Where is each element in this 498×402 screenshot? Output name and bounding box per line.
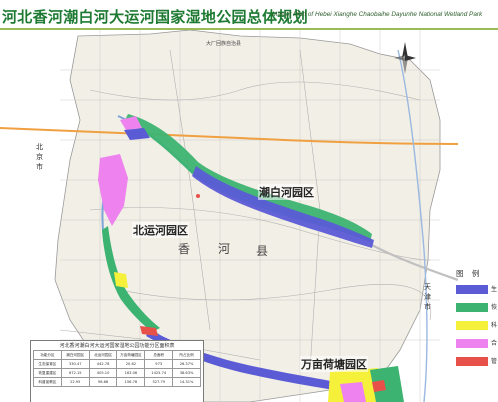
compass-icon <box>392 40 418 76</box>
table-cell: 156.78 <box>116 377 146 387</box>
map-label-county-xiang: 香 <box>178 242 193 256</box>
zone-science-beiyun <box>114 272 128 288</box>
table-cell: 恢复重建区 <box>33 368 62 378</box>
legend-label-conservation: 生 <box>491 286 498 293</box>
table-header: 功能分区 <box>33 350 62 360</box>
legend-item-restoration: 恢 <box>454 302 498 314</box>
zone-red-wanmu <box>372 380 386 392</box>
legend-item-reasonable-use: 合 <box>454 338 498 350</box>
map-label-beijing-1: 北 <box>36 143 43 151</box>
table-header: 所占比例 <box>172 350 201 360</box>
table-header: 潮白河园区 <box>60 350 90 360</box>
table-row: 科普宣教区 22.95 98.68 156.78 527.79 14.31% <box>33 377 201 387</box>
table-cell: 330.47 <box>60 359 90 369</box>
map-label-county-xian: 县 <box>256 244 271 258</box>
table-cell: 527.79 <box>144 377 174 387</box>
map-label-county-he: 河 <box>218 242 233 256</box>
legend-swatch-management <box>456 357 488 366</box>
table-row: 恢复重建区 672.15 405.10 163.06 1425.74 38.63… <box>33 368 201 378</box>
legend-swatch-restoration <box>456 303 488 312</box>
legend-label-reasonable-use: 合 <box>491 340 498 347</box>
table-cell: 38.63% <box>172 368 201 378</box>
page-title: 河北香河潮白河大运河国家湿地公园总体规划 <box>2 8 309 26</box>
table-cell: 98.68 <box>88 377 118 387</box>
legend-title: 图 例 <box>456 269 483 278</box>
map-label-wanmu-park: 万亩荷塘园区 <box>300 356 368 372</box>
zone-pink-wanmu <box>340 382 366 402</box>
table-cell: 生态保育区 <box>33 359 62 369</box>
table-cell: 1425.74 <box>144 368 174 378</box>
table-cell: 科普宣教区 <box>33 377 62 387</box>
legend-swatch-reasonable-use <box>456 339 488 348</box>
map-label-beijing-3: 市 <box>36 163 43 171</box>
page-subtitle: Master Plan of Hebei Xianghe Chaobaihe D… <box>272 11 483 18</box>
map-label-chaobaihe-park: 潮白河园区 <box>258 184 315 200</box>
page: 河北香河潮白河大运河国家湿地公园总体规划 Master Plan of Hebe… <box>0 0 498 402</box>
legend-label-restoration: 恢 <box>491 304 498 311</box>
table-header: 北运河园区 <box>88 350 118 360</box>
table-cell: 20.62 <box>116 359 146 369</box>
map-label-tianjin-2: 津 <box>424 293 431 301</box>
table-header: 总面积 <box>144 350 174 360</box>
table-cell: 442.78 <box>88 359 118 369</box>
table-cell: 22.95 <box>60 377 90 387</box>
table-cell: 672.15 <box>60 368 90 378</box>
map-label-tianjin-3: 市 <box>424 303 431 311</box>
legend-label-management: 管 <box>491 358 498 365</box>
legend: 图 例 生 恢 科 合 管 <box>454 268 498 388</box>
legend-item-science: 科 <box>454 320 498 332</box>
map-label-tianjin-1: 天 <box>424 283 431 291</box>
table-row: 生态保育区 330.47 442.78 20.62 973 26.37% <box>33 359 201 369</box>
table-header: 万亩荷塘园区 <box>116 350 146 360</box>
legend-item-conservation: 生 <box>454 284 498 296</box>
table-caption: 河北香河潮白河大运河国家湿地公园功能分区面积表 <box>59 343 175 349</box>
table-cell: 973 <box>144 359 174 369</box>
table-cell: 14.31% <box>172 377 201 387</box>
table-cell: 405.10 <box>88 368 118 378</box>
title-bar: 河北香河潮白河大运河国家湿地公园总体规划 Master Plan of Hebe… <box>0 0 498 30</box>
map-label-beiyunhe-park: 北运河园区 <box>132 222 189 238</box>
table-cell: 26.37% <box>172 359 201 369</box>
legend-swatch-science <box>456 321 488 330</box>
map-label-dachang: 大厂回族自治县 <box>206 41 242 47</box>
table-header-row: 功能分区 潮白河园区 北运河园区 万亩荷塘园区 总面积 所占比例 <box>33 350 201 360</box>
legend-label-science: 科 <box>491 322 498 329</box>
map-label-beijing-2: 京 <box>36 153 43 161</box>
town-center-marker <box>196 194 200 198</box>
table-cell: 163.06 <box>116 368 146 378</box>
area-table-grid: 功能分区 潮白河园区 北运河园区 万亩荷塘园区 总面积 所占比例 生态保育区 3… <box>33 350 201 387</box>
legend-item-management: 管 <box>454 356 498 368</box>
legend-swatch-conservation <box>456 285 488 294</box>
area-table: 河北香河潮白河大运河国家湿地公园功能分区面积表 功能分区 潮白河园区 北运河园区… <box>30 340 204 402</box>
